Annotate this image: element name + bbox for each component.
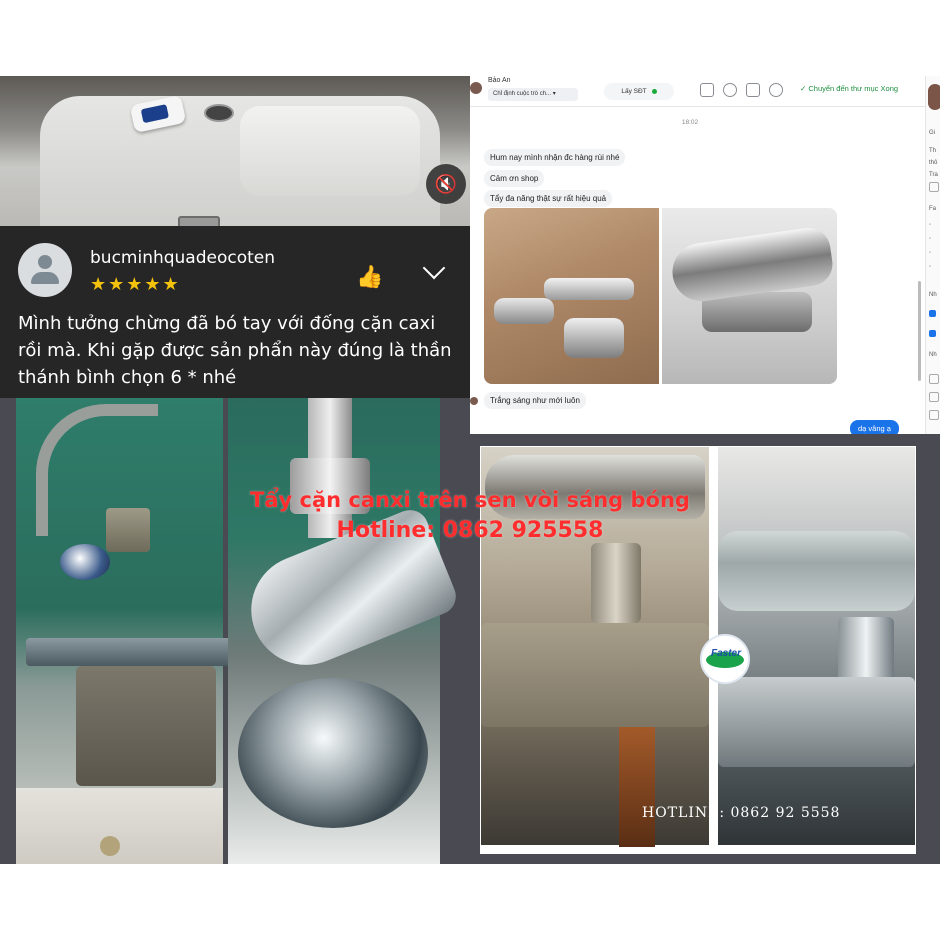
faucet-photo-1 <box>484 208 659 384</box>
scrollbar[interactable] <box>918 281 921 381</box>
rating-stars: ★★★★★ <box>90 274 181 294</box>
chat-panel: Bảo An Chỉ định cuộc trò ch... ▾ Lấy SĐT… <box>470 76 940 435</box>
brand-logo: Faster <box>700 634 750 684</box>
promo-headline: Tẩy cặn canxi trên sen vòi sáng bóng <box>250 488 690 512</box>
sender-avatar <box>470 397 478 405</box>
chat-message: Tẩy đa năng thật sự rất hiệu quả <box>484 190 613 207</box>
message-time: 18:02 <box>681 119 699 126</box>
review-comment: bucminhquadeocoten ★★★★★ 👍 Mình tưởng ch… <box>0 226 470 408</box>
sink-photo <box>0 76 470 246</box>
alert-icon[interactable] <box>723 83 737 97</box>
get-phone-button[interactable]: Lấy SĐT <box>604 83 674 100</box>
review-text: Mình tưởng chừng đã bó tay với đống cặn … <box>18 313 452 388</box>
trash-icon[interactable] <box>700 83 714 97</box>
after-photo <box>228 398 462 864</box>
star-icon[interactable] <box>769 83 783 97</box>
like-icon[interactable]: 👍 <box>356 264 383 290</box>
contact-avatar <box>470 82 482 94</box>
hotline-text: Hotline: 0862 925558 <box>336 518 604 543</box>
hotline-bottom: HOTLINE: 0862 92 5558 <box>642 805 841 821</box>
mute-icon[interactable]: 🔇 <box>426 164 466 204</box>
before-after-left <box>0 398 470 864</box>
avatar <box>18 243 72 297</box>
chat-photos[interactable] <box>484 208 837 384</box>
reply-message: dạ vâng ạ <box>850 420 899 434</box>
chevron-down-icon[interactable] <box>422 256 446 280</box>
mail-icon[interactable] <box>746 83 760 97</box>
faucet-photo-2 <box>662 208 837 384</box>
assign-dropdown[interactable]: Chỉ định cuộc trò ch... ▾ <box>488 88 578 101</box>
chat-toolbar: Bảo An Chỉ định cuộc trò ch... ▾ Lấy SĐT… <box>470 76 925 107</box>
chat-message: Trắng sáng như mới luôn <box>484 392 586 409</box>
review-username: bucminhquadeocoten <box>90 248 276 268</box>
contact-name: Bảo An <box>488 77 511 84</box>
info-sidebar: Gi Th thô Tra Fa ◦ ◦ ◦ ◦ Nh Nh <box>925 76 940 434</box>
move-to-done-button[interactable]: ✓ Chuyển đến thư mục Xong <box>800 84 898 93</box>
before-photo <box>16 398 236 864</box>
chat-message: Hum nay mình nhận đc hàng rùi nhé <box>484 149 626 166</box>
chat-message: Cảm ơn shop <box>484 170 545 187</box>
review-panel: 🔇 bucminhquadeocoten ★★★★★ 👍 Mình tưởng … <box>0 76 470 408</box>
